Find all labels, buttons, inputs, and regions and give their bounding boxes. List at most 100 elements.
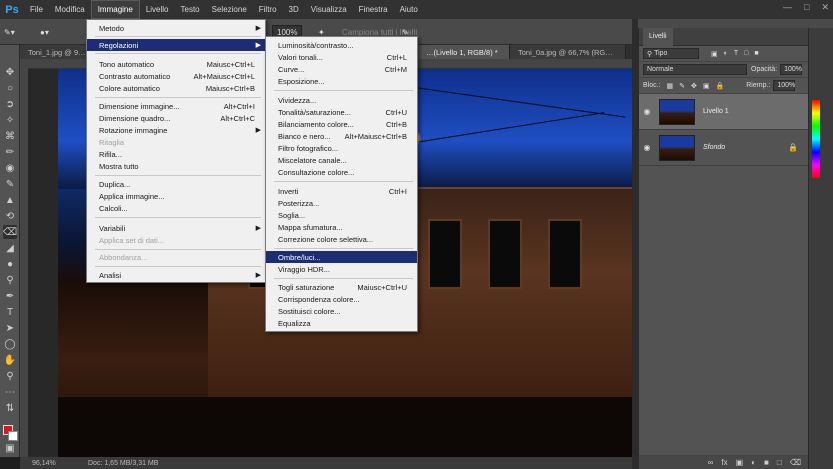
crop-tool-icon[interactable]: ⌘ <box>3 129 17 143</box>
layer-mask-icon[interactable]: ▣ <box>736 458 744 467</box>
eyedropper-tool-icon[interactable]: ✏ <box>3 145 17 159</box>
menu-item-curve[interactable]: Curve... Ctrl+M <box>266 63 417 75</box>
dodge-tool-icon[interactable]: ⚲ <box>3 273 17 287</box>
menu-item-regolazioni[interactable]: Regolazioni ▶ <box>87 39 265 51</box>
menu-item-bianco-e-nero[interactable]: Bianco e nero... Alt+Maiusc+Ctrl+B <box>266 130 417 142</box>
quick-select-tool-icon[interactable]: ✧ <box>3 113 17 127</box>
menu-modifica[interactable]: Modifica <box>49 0 91 19</box>
layer-filter-select[interactable]: ⚲ Tipo <box>643 48 699 59</box>
layer-row-sfondo[interactable]: ◉ Sfondo 🔒 <box>639 130 808 166</box>
filter-shape-icon[interactable]: □ <box>744 50 748 57</box>
menu-item-colore-automatico[interactable]: Colore automatico Maiusc+Ctrl+B <box>87 82 265 94</box>
layer-style-icon[interactable]: fx <box>721 458 727 467</box>
layer-row-livello-1[interactable]: ◉ Livello 1 <box>639 94 808 130</box>
menu-testo[interactable]: Testo <box>175 0 206 19</box>
menu-aiuto[interactable]: Aiuto <box>394 0 424 19</box>
shape-tool-icon[interactable]: ◯ <box>3 337 17 351</box>
menu-item-tono-automatico[interactable]: Tono automatico Maiusc+Ctrl+L <box>87 58 265 70</box>
menu-livello[interactable]: Livello <box>140 0 175 19</box>
status-doc-size[interactable]: Doc: 1,65 MB/3,31 MB <box>88 460 158 467</box>
menu-item-ombre-luci[interactable]: Ombre/luci... <box>266 251 417 263</box>
menu-item-togli-saturazione[interactable]: Togli saturazione Maiusc+Ctrl+U <box>266 281 417 293</box>
menu-item-equalizza[interactable]: Equalizza <box>266 317 417 329</box>
trash-icon[interactable]: ⌫ <box>790 458 801 467</box>
menu-item-luminosita-contrasto[interactable]: Luminosità/contrasto... <box>266 39 417 51</box>
filter-type-icon[interactable]: T <box>734 50 738 57</box>
menu-filtro[interactable]: Filtro <box>253 0 283 19</box>
healing-tool-icon[interactable]: ◉ <box>3 161 17 175</box>
menu-item-consultazione-colore[interactable]: Consultazione colore... <box>266 166 417 178</box>
menu-item-valori-tonali[interactable]: Valori tonali... Ctrl+L <box>266 51 417 63</box>
menu-item-rifila[interactable]: Rifila... <box>87 148 265 160</box>
menu-item-correzione-colore-selettiva[interactable]: Correzione colore selettiva... <box>266 233 417 245</box>
opacity-field[interactable]: 100% <box>780 64 803 75</box>
status-zoom[interactable]: 96,14% <box>32 460 82 467</box>
menu-item-calcoli[interactable]: Calcoli... <box>87 202 265 214</box>
menu-item-soglia[interactable]: Soglia... <box>266 209 417 221</box>
visibility-eye-icon[interactable]: ◉ <box>639 107 655 116</box>
menu-item-dimensione-quadro[interactable]: Dimensione quadro... Alt+Ctrl+C <box>87 112 265 124</box>
menu-item-duplica[interactable]: Duplica... <box>87 178 265 190</box>
lock-artboard-icon[interactable]: ▣ <box>703 82 710 90</box>
more-tools-icon[interactable]: ⋯ <box>3 385 17 399</box>
maximize-icon[interactable]: □ <box>804 2 809 13</box>
close-icon[interactable]: ✕ <box>821 2 829 13</box>
lasso-tool-icon[interactable]: ➲ <box>3 97 17 111</box>
quick-mask-icon[interactable]: ▣ <box>3 441 17 455</box>
lock-pixels-icon[interactable]: ✎ <box>679 82 685 90</box>
menu-selezione[interactable]: Selezione <box>206 0 253 19</box>
group-icon[interactable]: ■ <box>764 458 769 467</box>
hand-tool-icon[interactable]: ✋ <box>3 353 17 367</box>
menu-item-corrispondenza-colore[interactable]: Corrispondenza colore... <box>266 293 417 305</box>
menu-item-mostra-tutto[interactable]: Mostra tutto <box>87 160 265 172</box>
menu-item-analisi[interactable]: Analisi ▶ <box>87 269 265 281</box>
color-spectrum[interactable] <box>812 100 820 178</box>
tool-preset-icon[interactable]: ✎▾ <box>4 25 15 39</box>
menu-item-sostituisci-colore[interactable]: Sostituisci colore... <box>266 305 417 317</box>
lock-position-icon[interactable]: ✥ <box>691 82 697 90</box>
menu-item-mappa-sfumatura[interactable]: Mappa sfumatura... <box>266 221 417 233</box>
menu-immagine[interactable]: Immagine <box>90 0 140 19</box>
menu-item-viraggio-hdr[interactable]: Viraggio HDR... <box>266 263 417 275</box>
menu-file[interactable]: File <box>24 0 49 19</box>
menu-3d[interactable]: 3D <box>283 0 305 19</box>
menu-item-filtro-fotografico[interactable]: Filtro fotografico... <box>266 142 417 154</box>
adjustment-layer-icon[interactable]: ◐ <box>751 458 756 467</box>
menu-item-rotazione-immagine[interactable]: Rotazione immagine ▶ <box>87 124 265 136</box>
filter-pixel-icon[interactable]: ▣ <box>711 50 718 58</box>
lock-all-icon[interactable]: 🔒 <box>716 82 725 90</box>
layers-tab[interactable]: Livelli <box>643 27 673 46</box>
fill-field[interactable]: 100% <box>773 80 796 91</box>
minimize-icon[interactable]: — <box>783 2 792 13</box>
path-select-tool-icon[interactable]: ➤ <box>3 321 17 335</box>
menu-item-vividezza[interactable]: Vividezza... <box>266 94 417 106</box>
background-color-swatch[interactable] <box>8 431 18 441</box>
menu-item-applica-immagine[interactable]: Applica immagine... <box>87 190 265 202</box>
brush-tool-icon[interactable]: ✎ <box>3 177 17 191</box>
blend-mode-select[interactable]: Normale <box>643 64 747 75</box>
menu-item-inverti[interactable]: Inverti Ctrl+I <box>266 185 417 197</box>
eraser-tool-icon[interactable]: ⌫ <box>3 225 17 239</box>
swap-colors-icon[interactable]: ⇅ <box>3 401 17 415</box>
visibility-eye-icon[interactable]: ◉ <box>639 143 655 152</box>
lock-transparent-icon[interactable]: ▦ <box>667 82 674 90</box>
pen-tool-icon[interactable]: ✒ <box>3 289 17 303</box>
tab-livello-1[interactable]: …(Livello 1, RGB/8) * <box>418 45 510 59</box>
menu-item-miscelatore-canale[interactable]: Miscelatore canale... <box>266 154 417 166</box>
move-tool-icon[interactable]: ✥ <box>3 65 17 79</box>
brush-size-icon[interactable]: ●▾ <box>40 25 49 39</box>
type-tool-icon[interactable]: T <box>3 305 17 319</box>
filter-smart-icon[interactable]: ■ <box>754 50 758 57</box>
filter-adjustment-icon[interactable]: ◐ <box>724 50 728 57</box>
menu-item-variabili[interactable]: Variabili ▶ <box>87 222 265 234</box>
new-layer-icon[interactable]: □ <box>777 458 782 467</box>
stamp-tool-icon[interactable]: ▲ <box>3 193 17 207</box>
link-layers-icon[interactable]: ∞ <box>708 458 714 467</box>
menu-item-tonalita-saturazione[interactable]: Tonalità/saturazione... Ctrl+U <box>266 106 417 118</box>
history-brush-tool-icon[interactable]: ⟲ <box>3 209 17 223</box>
menu-item-esposizione[interactable]: Esposizione... <box>266 75 417 87</box>
menu-item-contrasto-automatico[interactable]: Contrasto automatico Alt+Maiusc+Ctrl+L <box>87 70 265 82</box>
marquee-tool-icon[interactable]: ○ <box>3 81 17 95</box>
gradient-tool-icon[interactable]: ◢ <box>3 241 17 255</box>
menu-visualizza[interactable]: Visualizza <box>305 0 353 19</box>
